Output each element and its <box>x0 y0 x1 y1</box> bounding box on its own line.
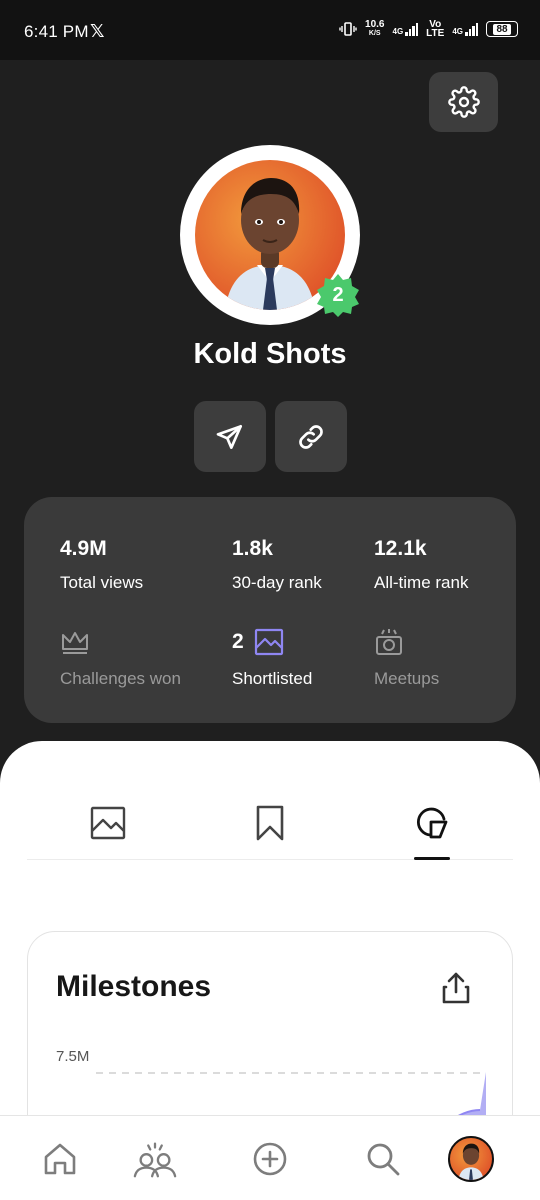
shortlisted-label: Shortlisted <box>232 669 313 688</box>
profile-screen: 6:41 PM 𝕏 10.6 K/S 4G Vo LTE 4G 88 2 Kol… <box>0 0 540 1200</box>
camera-icon <box>376 629 402 655</box>
people-icon <box>133 1142 177 1178</box>
stat-meetups[interactable]: Meetups <box>374 627 439 689</box>
home-icon <box>44 1143 76 1175</box>
signal-bars-icon <box>405 22 419 36</box>
total-views-label: Total views <box>60 573 144 592</box>
send-icon <box>216 424 242 449</box>
rank-30-label: 30-day rank <box>232 573 322 592</box>
nav-profile-avatar[interactable] <box>448 1136 494 1182</box>
add-circle-icon <box>253 1142 287 1176</box>
copy-link-button[interactable] <box>275 401 347 472</box>
nav-home[interactable] <box>37 1136 83 1182</box>
rank-30-value: 1.8k <box>232 537 273 560</box>
volte-indicator: Vo LTE <box>426 20 445 39</box>
alltime-value: 12.1k <box>374 537 427 560</box>
tab-photos[interactable] <box>86 801 130 845</box>
nav-create[interactable] <box>247 1136 293 1182</box>
net-speed-unit: K/S <box>368 30 381 37</box>
tab-milestones[interactable] <box>410 801 454 845</box>
stat-30-day-rank: 1.8k 30-day rank <box>232 537 322 593</box>
send-message-button[interactable] <box>194 401 266 472</box>
gear-icon <box>447 86 480 118</box>
link-icon <box>299 424 323 449</box>
nav-search[interactable] <box>360 1136 406 1182</box>
stats-card: 4.9M Total views 1.8k 30-day rank 12.1k … <box>24 497 516 723</box>
stat-challenges-won[interactable]: Challenges won <box>60 627 181 689</box>
tab-saved[interactable] <box>248 801 292 845</box>
meetups-label: Meetups <box>374 669 440 688</box>
nav-community[interactable] <box>132 1136 178 1182</box>
net-speed: 10.6 K/S <box>365 20 384 38</box>
net-speed-value: 10.6 <box>365 19 385 30</box>
sim2-signal: 4G <box>452 22 478 36</box>
status-time: 6:41 PM <box>24 22 89 41</box>
level-badge: 2 <box>315 272 361 318</box>
total-views-value: 4.9M <box>60 537 107 560</box>
stat-total-views: 4.9M Total views <box>60 537 143 593</box>
stat-shortlisted[interactable]: 2 Shortlisted <box>232 627 312 689</box>
level-badge-number: 2 <box>332 283 344 306</box>
milestones-icon <box>417 807 448 839</box>
status-indicators: 10.6 K/S 4G Vo LTE 4G 88 <box>339 20 518 39</box>
battery-icon: 88 <box>486 21 518 37</box>
bookmark-icon <box>256 805 284 841</box>
search-icon <box>367 1143 400 1176</box>
volte-bottom: LTE <box>426 28 445 39</box>
challenges-won-label: Challenges won <box>60 669 181 688</box>
x-app-icon: 𝕏 <box>90 21 105 41</box>
alltime-label: All-time rank <box>374 573 469 592</box>
crown-icon <box>62 632 88 654</box>
sim1-signal: 4G <box>393 22 419 36</box>
image-icon <box>254 628 283 656</box>
image-icon <box>90 806 126 840</box>
sim1-type: 4G <box>392 27 404 36</box>
battery-level: 88 <box>493 23 511 35</box>
signal-bars-icon <box>465 22 478 36</box>
vibrate-icon <box>339 22 357 36</box>
profile-name: Kold Shots <box>193 338 347 370</box>
active-tab-indicator <box>414 857 450 860</box>
avatar-illustration <box>458 1143 484 1180</box>
shortlisted-count: 2 <box>232 630 244 653</box>
settings-button[interactable] <box>429 72 498 132</box>
sim2-type: 4G <box>452 27 463 36</box>
stat-all-time-rank: 12.1k All-time rank <box>374 537 468 593</box>
bottom-navigation <box>0 1115 540 1200</box>
status-bar: 6:41 PM 𝕏 10.6 K/S 4G Vo LTE 4G 88 <box>0 0 540 60</box>
